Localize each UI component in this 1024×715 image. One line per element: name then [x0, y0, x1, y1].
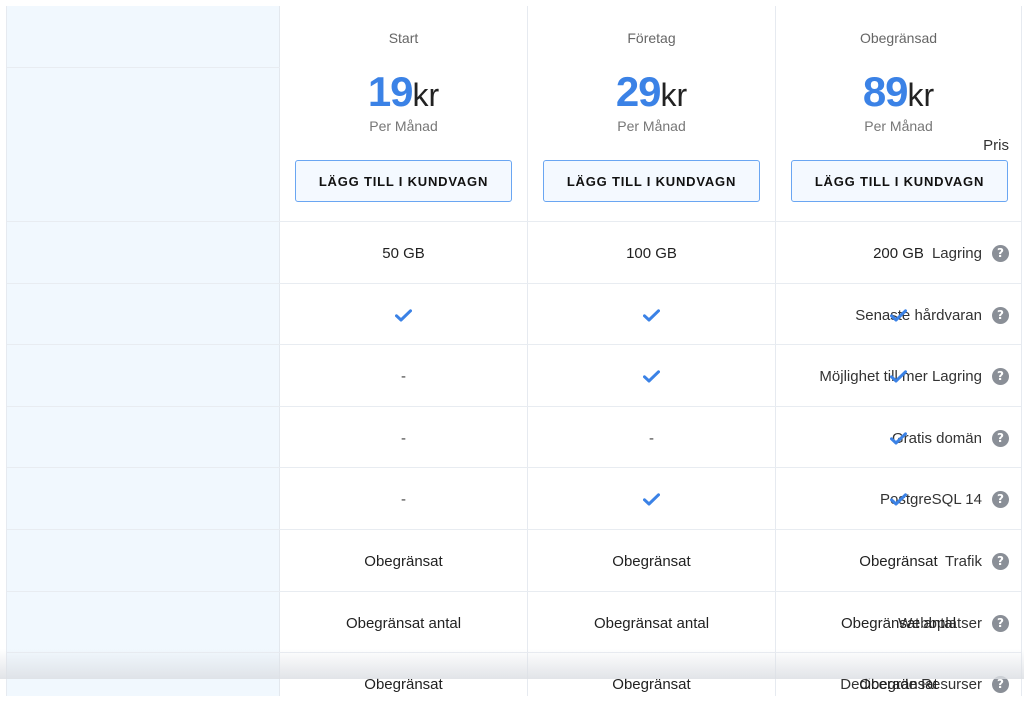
feature-value: Obegränsat	[612, 675, 691, 693]
price-period: Per Månad	[369, 118, 438, 134]
feature-value-cell: Obegränsat	[776, 530, 1021, 592]
feature-value-cell	[280, 284, 527, 346]
feature-value-cell: 200 GB	[776, 222, 1021, 284]
pricing-table: Start 19kr Per Månad LÄGG TILL I KUNDVAG…	[6, 6, 1022, 696]
feature-value-cell: Obegränsat	[280, 653, 527, 715]
feature-value: Obegränsat	[859, 675, 938, 693]
add-to-cart-button-start[interactable]: LÄGG TILL I KUNDVAGN	[295, 160, 512, 202]
checkmark-icon	[643, 308, 660, 321]
checkmark-icon	[890, 431, 907, 444]
plan-price: 19kr	[280, 68, 527, 116]
feature-value-cell: Obegränsat	[776, 653, 1021, 715]
price-amount: 19	[367, 68, 414, 115]
price-currency: kr	[660, 77, 688, 113]
pris-label-text: Pris	[983, 136, 1009, 154]
checkmark-icon	[890, 369, 907, 382]
feature-value-cell: -	[528, 407, 775, 469]
add-to-cart-button-foretag[interactable]: LÄGG TILL I KUNDVAGN	[543, 160, 760, 202]
feature-value-cell	[776, 407, 1021, 469]
pris-label: Pris	[749, 68, 1021, 222]
plan-name: Företag	[627, 30, 676, 46]
feature-value-cell: Obegränsat	[528, 530, 775, 592]
checkmark-icon	[643, 369, 660, 382]
feature-value: 200 GB	[873, 244, 924, 262]
feature-value-cell: Obegränsat antal	[528, 592, 775, 654]
feature-label-column	[7, 6, 280, 696]
feature-value: Obegränsat	[612, 552, 691, 570]
feature-value: 100 GB	[626, 244, 677, 262]
feature-value-cell: Obegränsat antal	[776, 592, 1021, 654]
feature-value: 50 GB	[382, 244, 425, 262]
unavailable-dash: -	[401, 490, 406, 508]
feature-value-cell	[776, 345, 1021, 407]
feature-value-cell	[776, 284, 1021, 346]
feature-value-cell: Obegränsat	[280, 530, 527, 592]
feature-value: Obegränsat	[364, 552, 443, 570]
price-amount: 29	[615, 68, 662, 115]
feature-value: Obegränsat	[364, 675, 443, 693]
feature-value-cell	[528, 468, 775, 530]
unavailable-dash: -	[401, 429, 406, 447]
checkmark-icon	[890, 492, 907, 505]
checkmark-icon	[643, 492, 660, 505]
divider	[7, 67, 280, 68]
feature-value-cell: -	[280, 468, 527, 530]
checkmark-icon	[890, 308, 907, 321]
feature-value-cell	[776, 468, 1021, 530]
feature-value: Obegränsat antal	[345, 614, 462, 632]
feature-value: Obegränsat antal	[840, 614, 957, 632]
feature-value-cell: 50 GB	[280, 222, 527, 284]
feature-value-cell: -	[280, 407, 527, 469]
feature-value-cell: Obegränsat	[528, 653, 775, 715]
price-period: Per Månad	[617, 118, 686, 134]
feature-value-cell: -	[280, 345, 527, 407]
plan-name: Start	[388, 30, 419, 46]
feature-value: Obegränsat antal	[593, 614, 710, 632]
unavailable-dash: -	[649, 429, 654, 447]
feature-value-cell: 100 GB	[528, 222, 775, 284]
price-currency: kr	[412, 77, 440, 113]
plan-name: Obegränsad	[859, 30, 938, 46]
feature-value-cell: Obegränsat antal	[280, 592, 527, 654]
feature-value-cell	[528, 345, 775, 407]
checkmark-icon	[395, 308, 412, 321]
feature-value: Obegränsat	[859, 552, 938, 570]
unavailable-dash: -	[401, 367, 406, 385]
plan-price: 29kr	[528, 68, 775, 116]
feature-value-cell	[528, 284, 775, 346]
